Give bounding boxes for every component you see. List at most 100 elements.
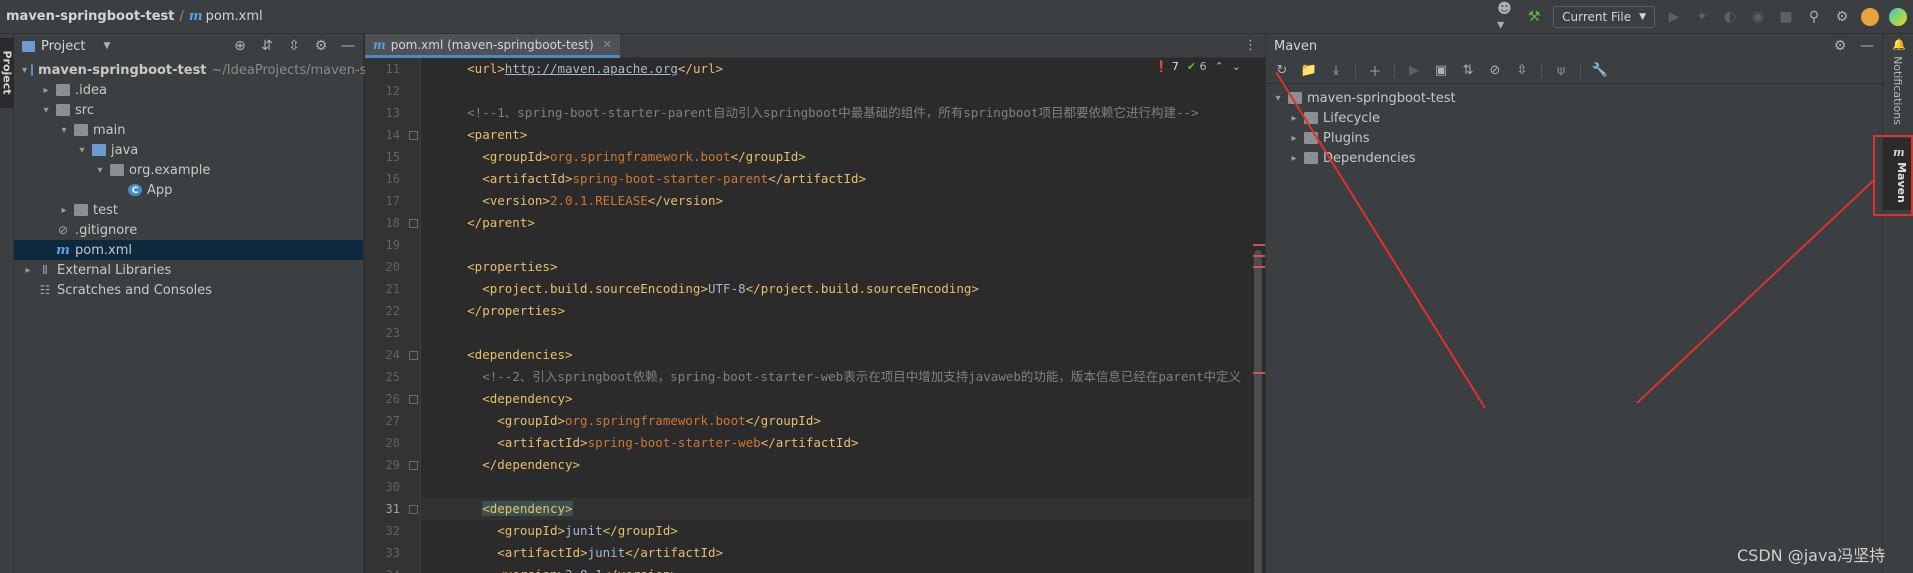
code-line[interactable]: <parent>	[422, 124, 1251, 146]
chevron-right-icon[interactable]: ▸	[22, 265, 34, 276]
code-line[interactable]: </properties>	[422, 300, 1251, 322]
fold-marker-icon[interactable]	[409, 461, 418, 470]
locate-icon[interactable]: ⊕	[231, 37, 249, 55]
chevron-right-icon[interactable]: ▸	[58, 205, 70, 216]
coverage-icon[interactable]: ◐	[1721, 8, 1739, 26]
project-tree-item[interactable]: ⊘ .gitignore	[14, 220, 363, 240]
chevron-down-icon[interactable]: ▾	[94, 165, 106, 176]
error-stripe-mark[interactable]	[1253, 244, 1265, 246]
fold-marker-icon[interactable]	[409, 505, 418, 514]
editor-tab-pom[interactable]: m pom.xml (maven-springboot-test) ✕	[365, 34, 620, 58]
fold-marker-icon[interactable]	[409, 395, 418, 404]
project-tree-item[interactable]: ▸ Ⅱ External Libraries	[14, 260, 363, 280]
project-tree-item[interactable]: ▾ org.example	[14, 160, 363, 180]
editor-scrollbar[interactable]	[1251, 58, 1265, 573]
collapse-all-icon[interactable]: ⇳	[285, 37, 303, 55]
project-tree-item[interactable]: ▾ main	[14, 120, 363, 140]
close-icon[interactable]: ✕	[603, 38, 612, 51]
wrench-icon[interactable]: 🔧	[1592, 63, 1608, 79]
add-icon[interactable]: ＋	[1367, 63, 1383, 80]
profile-icon[interactable]: ◉	[1749, 8, 1767, 26]
maven-tree-item[interactable]: ▸ Dependencies	[1266, 148, 1882, 168]
toolbox-icon[interactable]	[1889, 8, 1907, 26]
project-tree-item[interactable]: ▸ test	[14, 200, 363, 220]
chevron-right-icon[interactable]: ▸	[1288, 153, 1300, 164]
hide-icon[interactable]: —	[339, 37, 357, 55]
project-tree-item[interactable]: ▾ src	[14, 100, 363, 120]
chevron-down-icon[interactable]: ▼	[103, 41, 110, 51]
chevron-down-icon[interactable]: ▾	[1272, 93, 1284, 104]
project-tree-item[interactable]: m pom.xml	[14, 240, 363, 260]
project-tree-item[interactable]: ☷ Scratches and Consoles	[14, 280, 363, 300]
scrollbar-thumb[interactable]	[1254, 250, 1262, 573]
maven-tree-item[interactable]: ▸ Lifecycle	[1266, 108, 1882, 128]
error-stripe-mark[interactable]	[1253, 266, 1265, 268]
error-stripe-mark[interactable]	[1253, 255, 1265, 257]
debug-icon[interactable]: ✦	[1693, 8, 1711, 26]
code-line[interactable]: <!--1、spring-boot-starter-parent自动引入spri…	[422, 102, 1251, 124]
notifications-tool-tab[interactable]: 🔔 Notifications	[1883, 38, 1913, 128]
show-diagram-icon[interactable]: ⍦	[1553, 63, 1569, 79]
run-icon[interactable]: ▶	[1406, 63, 1422, 79]
project-tree-item[interactable]: ▾ maven-springboot-test ~/IdeaProjects/mav…	[14, 60, 375, 80]
skip-tests-icon[interactable]: ⊘	[1487, 63, 1503, 79]
run-configuration-select[interactable]: Current File ▼	[1553, 6, 1655, 28]
chevron-down-icon[interactable]: ▾	[22, 65, 27, 76]
gear-icon[interactable]: ⚙	[312, 37, 330, 55]
build-hammer-icon[interactable]: ⚒	[1525, 8, 1543, 26]
error-stripe-mark[interactable]	[1253, 372, 1265, 374]
hide-icon[interactable]: —	[1858, 37, 1876, 55]
stop-icon[interactable]: ■	[1777, 8, 1795, 26]
chevron-right-icon[interactable]: ▸	[1288, 113, 1300, 124]
fold-marker-icon[interactable]	[409, 351, 418, 360]
account-icon[interactable]: ☻▾	[1497, 1, 1515, 33]
chevron-right-icon[interactable]: ▸	[1288, 133, 1300, 144]
run-icon[interactable]: ▶	[1665, 8, 1683, 26]
code-line[interactable]: <dependency>	[422, 498, 1251, 520]
code-line[interactable]: <groupId>org.springframework.boot</group…	[422, 410, 1251, 432]
fold-marker-icon[interactable]	[409, 131, 418, 140]
project-view-select[interactable]: Project	[41, 39, 85, 54]
execute-goal-icon[interactable]: ▣	[1433, 63, 1449, 79]
chevron-down-icon[interactable]: ▾	[40, 105, 52, 116]
code-line[interactable]: <groupId>junit</groupId>	[422, 520, 1251, 542]
settings-icon[interactable]: ⚙	[1833, 8, 1851, 26]
code-line[interactable]: <artifactId>spring-boot-starter-parent</…	[422, 168, 1251, 190]
code-line[interactable]: <url>http://maven.apache.org</url>	[422, 58, 1251, 80]
maven-tree-item[interactable]: ▸ Plugins	[1266, 128, 1882, 148]
maven-tree-item[interactable]: ▾ maven-springboot-test	[1266, 88, 1882, 108]
code-line[interactable]	[422, 322, 1251, 344]
code-line[interactable]: <artifactId>junit</artifactId>	[422, 542, 1251, 564]
code-line[interactable]: <dependency>	[422, 388, 1251, 410]
reload-icon[interactable]: ↻	[1274, 63, 1290, 79]
expand-all-icon[interactable]: ⇵	[258, 37, 276, 55]
download-icon[interactable]: ⤓	[1328, 63, 1344, 79]
line-number-gutter[interactable]: 11 12 13 14 15 16 17 18 19 20 21 22 23 24 25 26 27 28 29 30…	[365, 58, 421, 573]
search-icon[interactable]: ⚲	[1805, 8, 1823, 26]
project-tree-item[interactable]: ▸ .idea	[14, 80, 363, 100]
chevron-down-icon[interactable]: ▾	[76, 145, 88, 156]
gear-icon[interactable]: ⚙	[1831, 37, 1849, 55]
toggle-offline-icon[interactable]: ⇅	[1460, 63, 1476, 79]
chevron-down-icon[interactable]: ▾	[58, 125, 70, 136]
code-line[interactable]	[422, 80, 1251, 102]
updates-icon[interactable]	[1861, 8, 1879, 26]
code-line[interactable]: <project.build.sourceEncoding>UTF-8</pro…	[422, 278, 1251, 300]
code-line[interactable]: <groupId>org.springframework.boot</group…	[422, 146, 1251, 168]
chevron-right-icon[interactable]: ▸	[40, 85, 52, 96]
project-tool-tab[interactable]: Project	[0, 38, 14, 108]
code-line[interactable]: <version>3.8.1</version>	[422, 564, 1251, 573]
code-line[interactable]: <!--2、引入springboot依赖，spring-boot-starter…	[422, 366, 1251, 388]
breadcrumb-file[interactable]: pom.xml	[206, 9, 263, 24]
code-line[interactable]: </dependency>	[422, 454, 1251, 476]
code-line[interactable]: <dependencies>	[422, 344, 1251, 366]
collapse-all-icon[interactable]: ⇳	[1514, 63, 1530, 79]
code-line[interactable]: </parent>	[422, 212, 1251, 234]
code-area[interactable]: ❗ 7 ✔ 6 ⌃ ⌄ <url>http://maven.apache.org…	[422, 58, 1251, 573]
project-tree-item[interactable]: ▾ java	[14, 140, 363, 160]
code-line[interactable]: <version>2.0.1.RELEASE</version>	[422, 190, 1251, 212]
fold-marker-icon[interactable]	[409, 219, 418, 228]
code-line[interactable]: <artifactId>spring-boot-starter-web</art…	[422, 432, 1251, 454]
code-line[interactable]	[422, 234, 1251, 256]
code-line[interactable]	[422, 476, 1251, 498]
